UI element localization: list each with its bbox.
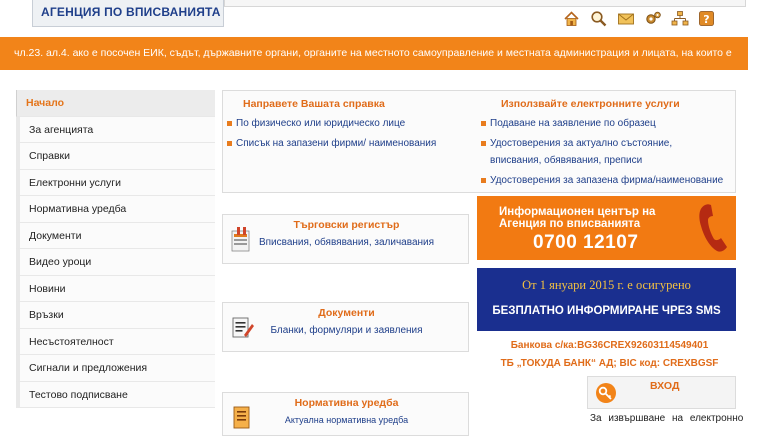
sidebar-item-video-tutorials[interactable]: Видео уроци <box>16 249 215 276</box>
sidebar-item-news[interactable]: Новини <box>16 275 215 302</box>
e-services-section-title: Използвайте електронните услуги <box>501 98 680 110</box>
inquiry-section-title: Направете Вашата справка <box>243 98 385 110</box>
link-person-search[interactable]: По физическо или юридическо лице <box>227 118 405 129</box>
logo-text: АГЕНЦИЯ ПО ВПИСВАНИЯТА <box>41 5 221 19</box>
bullet-icon <box>481 177 486 183</box>
sms-line2: БЕЗПЛАТНО ИНФОРМИРАНЕ ЧРЕЗ SMS <box>492 305 721 317</box>
info-center-line2: Агенция по вписванията <box>499 218 641 230</box>
sms-line1: От 1 януари 2015 г. е осигурено <box>522 278 691 292</box>
card-commercial-register[interactable]: Търговски регистър Вписвания, обявявания… <box>222 214 469 264</box>
sidebar-item-inquiries[interactable]: Справки <box>16 143 215 170</box>
e-services-note: За извършване на електронно <box>590 413 744 424</box>
sitemap-icon[interactable] <box>670 9 689 28</box>
card-subtitle: Вписвания, обявявания, заличавания <box>258 237 435 248</box>
bullet-icon <box>227 140 232 146</box>
login-label: ВХОД <box>650 380 680 392</box>
sidebar-item-test-signing[interactable]: Тестово подписване <box>16 381 215 408</box>
link-label: По физическо или юридическо лице <box>236 118 406 129</box>
card-title: Търговски регистър <box>293 219 400 231</box>
link-label: Удостоверения за актуално състояние, <box>490 138 673 149</box>
card-documents[interactable]: Документи Бланки, формуляри и заявления <box>222 302 469 352</box>
link-certificates-status-cont[interactable]: вписвания, обявявания, преписи <box>490 155 642 166</box>
top-banner <box>224 0 746 7</box>
header-icons: ? <box>562 9 716 31</box>
sidebar-item-documents[interactable]: Документи <box>16 222 215 249</box>
card-subtitle: Актуална нормативна уредба <box>284 415 409 425</box>
search-icon[interactable] <box>589 9 608 28</box>
link-application[interactable]: Подаване на заявление по образец <box>481 118 656 129</box>
bank-account: Банкова с/ка:BG36CREX92603114549401 <box>510 340 709 351</box>
logo[interactable]: АГЕНЦИЯ ПО ВПИСВАНИЯТА <box>32 0 224 27</box>
card-regulations[interactable]: Нормативна уредба Актуална нормативна ур… <box>222 392 469 436</box>
sidebar-nav: Начало За агенцията Справки Електронни у… <box>16 90 215 408</box>
bullet-icon <box>227 120 232 126</box>
link-label: Удостоверения за запазена фирма/наименов… <box>490 175 724 186</box>
link-certificates-status[interactable]: Удостоверения за актуално състояние, <box>481 138 672 149</box>
svg-text:?: ? <box>703 13 709 26</box>
info-center-banner[interactable]: Информационен център на Агенция по вписв… <box>477 196 736 260</box>
ticker-text[interactable]: чл.23. ал.4. ако е посочен ЕИК, съдът, д… <box>14 47 734 59</box>
info-center-phone: 0700 12107 <box>533 232 639 253</box>
services-panel: Направете Вашата справка По физическо ил… <box>222 90 736 193</box>
sidebar-item-feedback[interactable]: Сигнали и предложения <box>16 355 215 382</box>
link-label: Списък на запазени фирми/ наименования <box>236 138 437 149</box>
mail-icon[interactable] <box>616 9 635 28</box>
card-subtitle: Бланки, формуляри и заявления <box>270 325 423 336</box>
link-reserved-certificate[interactable]: Удостоверения за запазена фирма/наименов… <box>481 175 723 186</box>
link-reserved-names[interactable]: Списък на запазени фирми/ наименования <box>227 138 436 149</box>
sms-banner[interactable]: От 1 януари 2015 г. е осигурено БЕЗПЛАТН… <box>477 268 736 331</box>
phone-icon <box>695 202 731 259</box>
sidebar-item-insolvency[interactable]: Несъстоятелност <box>16 328 215 355</box>
sidebar-item-e-services[interactable]: Електронни услуги <box>16 169 215 196</box>
sidebar-item-links[interactable]: Връзки <box>16 302 215 329</box>
login-button[interactable]: ВХОД <box>587 376 736 409</box>
card-title: Нормативна уредба <box>294 397 399 409</box>
bank-name: ТБ „ТОКУДА БАНК“ АД; BIC код: CREXBGSF <box>500 358 719 369</box>
info-center-line1: Информационен център на <box>499 206 656 218</box>
settings-icon[interactable] <box>643 9 662 28</box>
home-icon[interactable] <box>562 9 581 28</box>
header: АГЕНЦИЯ ПО ВПИСВАНИЯТА ? <box>0 0 768 36</box>
bullet-icon <box>481 120 486 126</box>
news-ticker: чл.23. ал.4. ако е посочен ЕИК, съдът, д… <box>0 37 748 70</box>
key-icon <box>595 382 617 409</box>
sidebar-item-home[interactable]: Начало <box>16 90 215 117</box>
card-title: Документи <box>318 307 375 319</box>
sidebar-item-regulations[interactable]: Нормативна уредба <box>16 196 215 223</box>
sidebar-item-about[interactable]: За агенцията <box>16 116 215 143</box>
link-label: Подаване на заявление по образец <box>490 118 656 129</box>
bullet-icon <box>481 140 486 146</box>
help-icon[interactable]: ? <box>697 9 716 28</box>
